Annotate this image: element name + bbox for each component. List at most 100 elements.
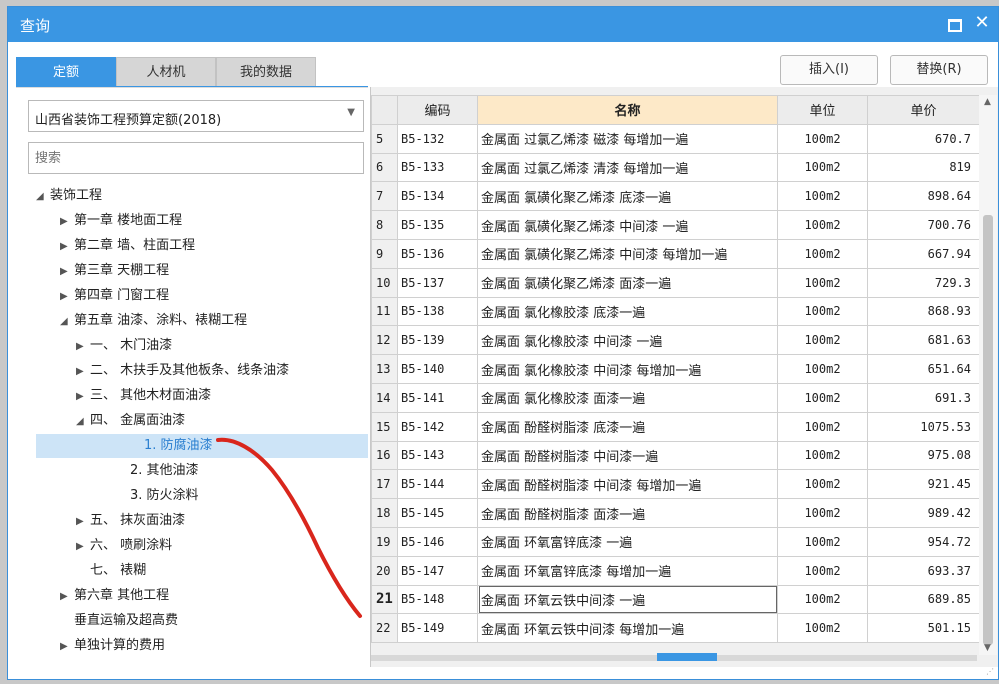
tree-item[interactable]: ◢ 装饰工程 — [36, 184, 102, 208]
row-number[interactable]: 11 — [371, 296, 398, 327]
tab-labor-material-machine[interactable]: 人材机 — [116, 57, 216, 87]
table-row[interactable]: 8 B5-135 金属面 氯磺化聚乙烯漆 中间漆 一遍 100m2 700.76 — [371, 210, 980, 240]
splitter-handle[interactable] — [657, 653, 717, 661]
table-row[interactable]: 20 B5-147 金属面 环氧富锌底漆 每增加一遍 100m2 693.37 — [371, 555, 980, 586]
vertical-scrollbar[interactable]: ▲ ▼ — [979, 95, 997, 655]
unit-cell[interactable]: 100m2 — [777, 267, 868, 298]
table-row[interactable]: 9 B5-136 金属面 氯磺化聚乙烯漆 中间漆 每增加一遍 100m2 667.94 — [371, 238, 980, 269]
code-cell[interactable]: B5-147 — [397, 555, 478, 586]
unit-cell[interactable]: 100m2 — [777, 440, 868, 471]
scrollbar-thumb[interactable] — [983, 215, 993, 645]
collapse-icon[interactable]: ◢ — [36, 185, 50, 209]
tree-item[interactable]: ▶ 五、 抹灰面油漆 — [76, 509, 185, 533]
name-cell[interactable]: 金属面 酚醛树脂漆 中间漆 每增加一遍 — [477, 469, 778, 500]
name-cell[interactable]: 金属面 氯磺化聚乙烯漆 底漆一遍 — [477, 181, 778, 212]
price-cell[interactable]: 898.64 — [867, 181, 980, 212]
tree-item[interactable]: 3. 防火涂料 — [116, 484, 199, 508]
tree-item[interactable]: 垂直运输及超高费 — [60, 609, 178, 633]
price-cell[interactable]: 681.63 — [867, 325, 980, 356]
unit-cell[interactable]: 100m2 — [777, 296, 868, 327]
table-row[interactable]: 14 B5-141 金属面 氯化橡胶漆 面漆一遍 100m2 691.3 — [371, 382, 980, 413]
resize-grip-icon[interactable]: ⋰ — [986, 667, 996, 677]
code-cell[interactable]: B5-145 — [397, 498, 478, 528]
code-cell[interactable]: B5-138 — [397, 296, 478, 327]
row-number[interactable]: 12 — [371, 325, 398, 356]
horizontal-splitter[interactable] — [371, 653, 977, 661]
price-cell[interactable]: 670.7 — [867, 123, 980, 154]
tree-item[interactable]: ▶ 六、 喷刷涂料 — [76, 534, 172, 558]
unit-cell[interactable]: 100m2 — [777, 382, 868, 413]
expand-icon[interactable]: ▶ — [60, 585, 74, 609]
row-number[interactable]: 9 — [371, 238, 398, 269]
name-cell[interactable]: 金属面 氯化橡胶漆 底漆一遍 — [477, 296, 778, 327]
row-number[interactable]: 15 — [371, 411, 398, 442]
price-cell[interactable]: 729.3 — [867, 267, 980, 298]
table-row[interactable]: 5 B5-132 金属面 过氯乙烯漆 磁漆 每增加一遍 100m2 670.7 — [371, 123, 980, 154]
expand-icon[interactable]: ▶ — [60, 235, 74, 259]
name-cell[interactable]: 金属面 氯化橡胶漆 面漆一遍 — [477, 382, 778, 413]
name-cell[interactable]: 金属面 酚醛树脂漆 底漆一遍 — [477, 411, 778, 442]
name-cell[interactable]: 金属面 氯磺化聚乙烯漆 面漆一遍 — [477, 267, 778, 298]
maximize-icon[interactable] — [944, 13, 964, 33]
expand-icon[interactable]: ▶ — [76, 510, 90, 534]
price-cell[interactable]: 693.37 — [867, 555, 980, 586]
price-cell[interactable]: 819 — [867, 152, 980, 183]
tree-item[interactable]: ▶ 单独计算的费用 — [60, 634, 165, 658]
code-cell[interactable]: B5-143 — [397, 440, 478, 471]
name-cell[interactable]: 金属面 过氯乙烯漆 磁漆 每增加一遍 — [477, 123, 778, 154]
code-cell[interactable]: B5-136 — [397, 238, 478, 269]
name-cell[interactable]: 金属面 酚醛树脂漆 面漆一遍 — [477, 498, 778, 528]
table-row[interactable]: 10 B5-137 金属面 氯磺化聚乙烯漆 面漆一遍 100m2 729.3 — [371, 267, 980, 298]
code-cell[interactable]: B5-149 — [397, 613, 478, 644]
price-cell[interactable]: 667.94 — [867, 238, 980, 269]
unit-cell[interactable]: 100m2 — [777, 613, 868, 644]
price-cell[interactable]: 691.3 — [867, 382, 980, 413]
unit-cell[interactable]: 100m2 — [777, 354, 868, 384]
collapse-icon[interactable]: ◢ — [76, 410, 90, 434]
name-cell[interactable]: 金属面 过氯乙烯漆 清漆 每增加一遍 — [477, 152, 778, 183]
price-cell[interactable]: 868.93 — [867, 296, 980, 327]
chevron-down-icon[interactable]: ▼ — [347, 107, 355, 118]
name-cell[interactable]: 金属面 环氧富锌底漆 一遍 — [477, 526, 778, 557]
row-number[interactable]: 22 — [371, 613, 398, 644]
column-header-unit[interactable]: 单位 — [777, 95, 868, 125]
table-row[interactable]: 16 B5-143 金属面 酚醛树脂漆 中间漆一遍 100m2 975.08 — [371, 440, 980, 471]
tree-item[interactable]: 1. 防腐油漆 — [36, 434, 368, 458]
price-cell[interactable]: 954.72 — [867, 526, 980, 557]
code-cell[interactable]: B5-142 — [397, 411, 478, 442]
library-select[interactable]: 山西省装饰工程预算定额(2018) ▼ — [28, 100, 364, 132]
code-cell[interactable]: B5-146 — [397, 526, 478, 557]
table-row[interactable]: 22 B5-149 金属面 环氧云铁中间漆 每增加一遍 100m2 501.15 — [371, 613, 980, 644]
column-header-code[interactable]: 编码 — [397, 95, 478, 125]
expand-icon[interactable]: ▶ — [60, 260, 74, 284]
table-row[interactable]: 12 B5-139 金属面 氯化橡胶漆 中间漆 一遍 100m2 681.63 — [371, 325, 980, 356]
row-number[interactable]: 21 — [371, 584, 398, 615]
tree-item[interactable]: ▶ 第二章 墙、柱面工程 — [60, 234, 195, 258]
table-row[interactable]: 19 B5-146 金属面 环氧富锌底漆 一遍 100m2 954.72 — [371, 526, 980, 557]
unit-cell[interactable]: 100m2 — [777, 526, 868, 557]
tree-item[interactable]: ▶ 第六章 其他工程 — [60, 584, 169, 608]
row-number[interactable]: 5 — [371, 123, 398, 154]
name-cell[interactable]: 金属面 酚醛树脂漆 中间漆一遍 — [477, 440, 778, 471]
row-number[interactable]: 19 — [371, 526, 398, 557]
tree-item[interactable]: ▶ 一、 木门油漆 — [76, 334, 172, 358]
expand-icon[interactable]: ▶ — [60, 635, 74, 659]
code-cell[interactable]: B5-137 — [397, 267, 478, 298]
price-cell[interactable]: 921.45 — [867, 469, 980, 500]
code-cell[interactable]: B5-133 — [397, 152, 478, 183]
row-number[interactable]: 14 — [371, 382, 398, 413]
row-number[interactable]: 7 — [371, 181, 398, 212]
table-row[interactable]: 17 B5-144 金属面 酚醛树脂漆 中间漆 每增加一遍 100m2 921.45 — [371, 469, 980, 500]
unit-cell[interactable]: 100m2 — [777, 555, 868, 586]
scroll-up-icon[interactable]: ▲ — [984, 97, 991, 107]
replace-button[interactable]: 替换(R) — [890, 55, 988, 85]
insert-button[interactable]: 插入(I) — [780, 55, 878, 85]
expand-icon[interactable]: ▶ — [76, 335, 90, 359]
unit-cell[interactable]: 100m2 — [777, 325, 868, 356]
name-cell[interactable]: 金属面 环氧云铁中间漆 一遍 — [477, 584, 778, 615]
code-cell[interactable]: B5-134 — [397, 181, 478, 212]
tree-item[interactable]: ▶ 三、 其他木材面油漆 — [76, 384, 211, 408]
price-cell[interactable]: 975.08 — [867, 440, 980, 471]
close-icon[interactable]: ✕ — [972, 13, 992, 33]
table-row[interactable]: 13 B5-140 金属面 氯化橡胶漆 中间漆 每增加一遍 100m2 651.64 — [371, 354, 980, 384]
